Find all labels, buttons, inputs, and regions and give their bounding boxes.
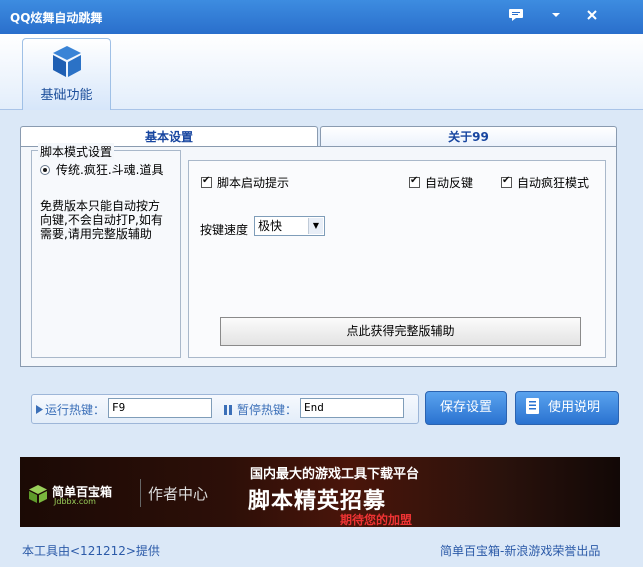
run-hotkey-label: 运行热键： [36,401,105,418]
ribbon-tab-label: 基础功能 [40,88,93,103]
mode-radio[interactable]: 传统.疯狂.斗魂.道具 [40,161,163,178]
banner-center-text: 作者中心 [148,485,209,503]
auto-counter-checkbox[interactable]: 自动反键 [409,174,473,191]
close-icon[interactable] [583,8,601,26]
play-icon [36,405,43,414]
window-title: QQ炫舞自动跳舞 [10,11,103,25]
help-button[interactable]: 使用说明 [515,391,619,425]
pause-icon [224,405,232,415]
tab-about[interactable]: 关于99 [320,126,617,148]
run-hotkey-input[interactable]: F9 [108,398,212,418]
checkbox-checked-icon[interactable] [201,175,212,188]
banner-logo-sub: Jdbbx.com [54,497,96,506]
chat-icon[interactable] [507,8,525,26]
dropdown-icon[interactable] [547,8,565,26]
checkbox-checked-icon[interactable] [409,175,420,188]
banner-headline-small: 国内最大的游戏工具下载平台 [250,467,420,482]
free-version-notice: 免费版本只能自动按方向键,不会自动打P,如有需要,请用完整版辅助 [40,199,163,241]
startup-hint-checkbox[interactable]: 脚本启动提示 [201,174,289,191]
speed-label: 按键速度 [200,223,249,237]
checkbox-checked-icon[interactable] [501,175,512,188]
cube-logo-icon [28,484,48,507]
tab-label: 基本设置 [144,130,193,144]
banner-divider [140,479,141,507]
banner-headline-sub: 期待您的加盟 [340,513,413,527]
mode-radio-label: 传统.疯狂.斗魂.道具 [56,163,164,177]
radio-selected-icon[interactable] [40,165,50,175]
checkbox-label: 自动疯狂模式 [517,176,590,190]
save-settings-button[interactable]: 保存设置 [425,391,507,425]
ad-banner[interactable]: 简单百宝箱 Jdbbx.com 作者中心 国内最大的游戏工具下载平台 脚本精英招… [20,457,620,527]
chevron-down-icon[interactable]: ▼ [308,218,323,234]
pause-hotkey-input[interactable]: End [300,398,404,418]
speed-value: 极快 [258,219,283,233]
get-full-version-button[interactable]: 点此获得完整版辅助 [220,317,581,346]
checkbox-label: 脚本启动提示 [217,176,290,190]
cube-icon [49,46,85,82]
ribbon: 基础功能 [0,34,643,110]
book-icon [524,396,542,428]
ribbon-tab-basic[interactable]: 基础功能 [22,38,111,110]
footer-provider-link[interactable]: 本工具由<121212>提供 [22,542,160,559]
title-bar: QQ炫舞自动跳舞 [0,0,643,34]
footer-publisher-link[interactable]: 简单百宝箱-新浪游戏荣誉出品 [440,542,600,559]
mode-group: 脚本模式设置 [31,143,181,358]
speed-select[interactable]: 极快 ▼ [254,216,325,236]
save-button-label: 保存设置 [439,400,492,415]
tab-label: 关于99 [448,130,489,144]
pause-hotkey-label: 暂停热键： [224,401,297,418]
auto-crazy-checkbox[interactable]: 自动疯狂模式 [501,174,589,191]
mode-group-title: 脚本模式设置 [38,143,115,160]
help-button-label: 使用说明 [548,400,601,415]
checkbox-label: 自动反键 [425,176,474,190]
